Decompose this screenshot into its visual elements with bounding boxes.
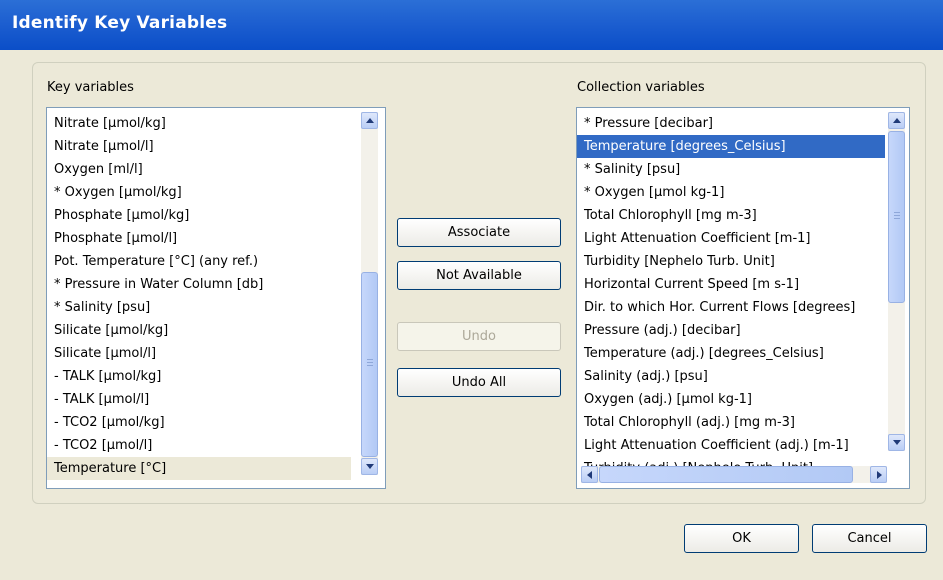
list-item[interactable]: Temperature (adj.) [degrees_Celsius]: [577, 342, 885, 365]
key-list-scroll-up-button[interactable]: [361, 112, 378, 129]
arrow-right-icon: [877, 471, 882, 479]
undo-button[interactable]: Undo: [397, 322, 561, 351]
list-item[interactable]: Pressure (adj.) [decibar]: [577, 319, 885, 342]
collection-list-scrollbar[interactable]: [888, 112, 905, 451]
undo-all-button[interactable]: Undo All: [397, 368, 561, 397]
list-item[interactable]: - TALK [µmol/l]: [47, 388, 351, 411]
list-item[interactable]: Nitrate [µmol/l]: [47, 135, 351, 158]
arrow-up-icon: [893, 118, 901, 123]
list-item[interactable]: Pot. Temperature [°C] (any ref.): [47, 250, 351, 273]
list-item[interactable]: * Salinity [psu]: [47, 296, 351, 319]
collection-hscroll-thumb[interactable]: [599, 466, 853, 483]
list-item[interactable]: - TCO2 [µmol/kg]: [47, 411, 351, 434]
list-item[interactable]: Total Chlorophyll (adj.) [mg m-3]: [577, 411, 885, 434]
list-item[interactable]: Temperature [degrees_Celsius]: [577, 135, 885, 158]
collection-scroll-thumb[interactable]: [888, 131, 905, 303]
list-item[interactable]: * Pressure [decibar]: [577, 112, 885, 135]
list-item[interactable]: Horizontal Current Speed [m s-1]: [577, 273, 885, 296]
list-item[interactable]: * Oxygen [µmol/kg]: [47, 181, 351, 204]
list-item[interactable]: Silicate [µmol/l]: [47, 342, 351, 365]
collection-hscrollbar[interactable]: [581, 466, 887, 483]
collection-variables-items: * Pressure [decibar] Temperature [degrees…: [577, 112, 885, 480]
list-item[interactable]: Dir. to which Hor. Current Flows [degree…: [577, 296, 885, 319]
scroll-right-button[interactable]: [870, 466, 887, 483]
key-variables-items: Nitrate [µmol/kg] Nitrate [µmol/l] Oxygen …: [47, 112, 351, 480]
list-item[interactable]: Nitrate [µmol/kg]: [47, 112, 351, 135]
list-item[interactable]: Phosphate [µmol/l]: [47, 227, 351, 250]
list-item[interactable]: - TALK [µmol/kg]: [47, 365, 351, 388]
key-list-scroll-thumb[interactable]: [361, 272, 378, 457]
list-item[interactable]: Oxygen [ml/l]: [47, 158, 351, 181]
arrow-left-icon: [587, 471, 592, 479]
key-variables-label: Key variables: [47, 80, 134, 95]
list-item[interactable]: Salinity (adj.) [psu]: [577, 365, 885, 388]
list-item[interactable]: Silicate [µmol/kg]: [47, 319, 351, 342]
cancel-button[interactable]: Cancel: [812, 524, 927, 553]
list-item[interactable]: Temperature [°C]: [47, 457, 351, 480]
collection-scroll-down-button[interactable]: [888, 434, 905, 451]
arrow-down-icon: [366, 464, 374, 469]
arrow-up-icon: [366, 118, 374, 123]
list-item[interactable]: Total Chlorophyll [mg m-3]: [577, 204, 885, 227]
window-title: Identify Key Variables: [12, 13, 228, 33]
list-item[interactable]: Oxygen (adj.) [µmol kg-1]: [577, 388, 885, 411]
key-list-scroll-down-button[interactable]: [361, 458, 378, 475]
list-item[interactable]: Light Attenuation Coefficient [m-1]: [577, 227, 885, 250]
list-item[interactable]: * Oxygen [µmol kg-1]: [577, 181, 885, 204]
list-item[interactable]: * Pressure in Water Column [db]: [47, 273, 351, 296]
arrow-down-icon: [893, 440, 901, 445]
dialog-window: Identify Key Variables Key variables Col…: [0, 0, 943, 580]
title-bar[interactable]: Identify Key Variables: [0, 0, 943, 50]
list-item[interactable]: Light Attenuation Coefficient (adj.) [m-…: [577, 434, 885, 457]
not-available-button[interactable]: Not Available: [397, 261, 561, 290]
list-item[interactable]: - TCO2 [µmol/l]: [47, 434, 351, 457]
key-list-scrollbar[interactable]: [361, 112, 378, 475]
list-item[interactable]: Turbidity [Nephelo Turb. Unit]: [577, 250, 885, 273]
collection-scroll-up-button[interactable]: [888, 112, 905, 129]
collection-variables-list[interactable]: * Pressure [decibar] Temperature [degrees…: [576, 107, 910, 489]
list-item[interactable]: Phosphate [µmol/kg]: [47, 204, 351, 227]
scroll-left-button[interactable]: [581, 466, 598, 483]
ok-button[interactable]: OK: [684, 524, 799, 553]
associate-button[interactable]: Associate: [397, 218, 561, 247]
key-variables-list[interactable]: Nitrate [µmol/kg] Nitrate [µmol/l] Oxygen …: [46, 107, 386, 489]
collection-variables-label: Collection variables: [577, 80, 705, 95]
list-item[interactable]: * Salinity [psu]: [577, 158, 885, 181]
